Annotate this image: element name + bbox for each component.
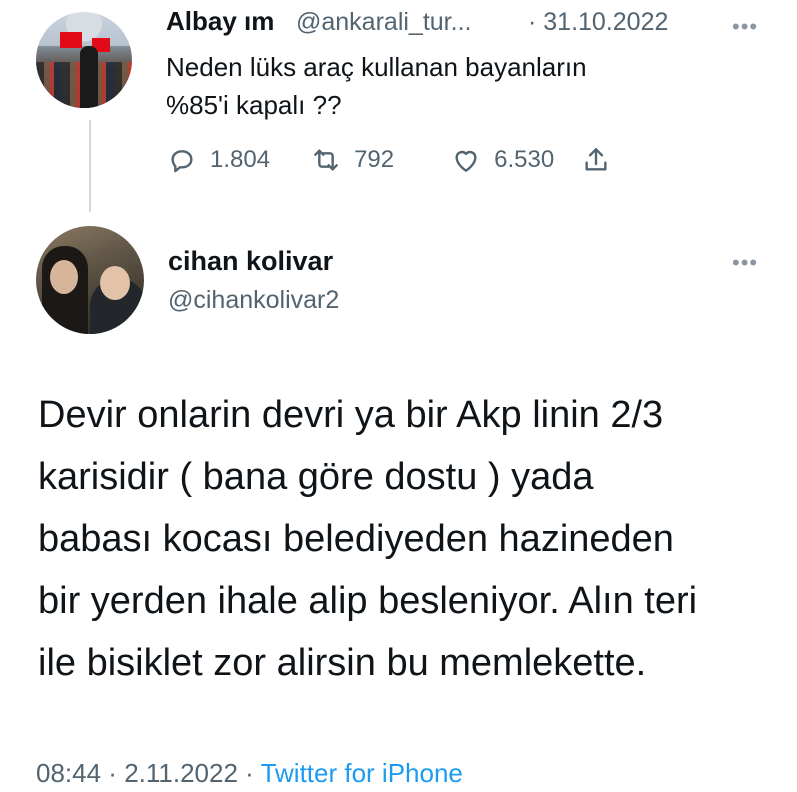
tweet-source-link[interactable]: Twitter for iPhone bbox=[261, 758, 463, 788]
tweet-meta: 08:44 · 2.11.2022 · Twitter for iPhone bbox=[36, 758, 463, 789]
face-shape bbox=[100, 266, 130, 300]
separator: · bbox=[237, 758, 261, 788]
user-handle[interactable]: @cihankolivar2 bbox=[168, 286, 339, 315]
user-handle[interactable]: @ankarali_tur... bbox=[296, 8, 471, 37]
thread-line bbox=[89, 120, 91, 212]
person-shape bbox=[80, 46, 98, 108]
reply-icon bbox=[171, 150, 193, 173]
display-name[interactable]: Albay ım bbox=[166, 6, 274, 37]
avatar-cihan[interactable] bbox=[36, 226, 144, 334]
reply-count: 1.804 bbox=[210, 146, 271, 173]
separator: · bbox=[101, 758, 125, 788]
tweet-time[interactable]: 08:44 bbox=[36, 758, 101, 788]
share-icon bbox=[585, 148, 607, 171]
tweet-text: Devir onlarin devri ya bir Akp linin 2/3… bbox=[38, 394, 698, 684]
like-count: 6.530 bbox=[494, 146, 555, 173]
retweet-button[interactable]: 792 bbox=[310, 144, 394, 176]
more-options-icon[interactable]: ••• bbox=[732, 14, 758, 40]
display-name[interactable]: cihan kolivar bbox=[168, 246, 333, 277]
retweet-count: 792 bbox=[354, 146, 395, 173]
reply-button[interactable]: 1.804 bbox=[166, 144, 270, 176]
tweet-text: Neden lüks araç kullanan bayanların %85'… bbox=[166, 52, 587, 120]
retweet-icon bbox=[314, 149, 338, 171]
avatar-albay[interactable] bbox=[36, 12, 132, 108]
tweet-actions: 1.804 792 6.530 bbox=[166, 142, 612, 178]
tweet-date[interactable]: · 31.10.2022 bbox=[528, 8, 668, 37]
flag-shape bbox=[60, 32, 82, 48]
like-icon bbox=[455, 150, 477, 172]
share-button[interactable] bbox=[580, 144, 612, 176]
more-options-icon[interactable]: ••• bbox=[732, 250, 758, 276]
face-shape bbox=[50, 260, 78, 294]
like-button[interactable]: 6.530 bbox=[450, 144, 554, 176]
tweet-date[interactable]: 2.11.2022 bbox=[124, 758, 238, 788]
